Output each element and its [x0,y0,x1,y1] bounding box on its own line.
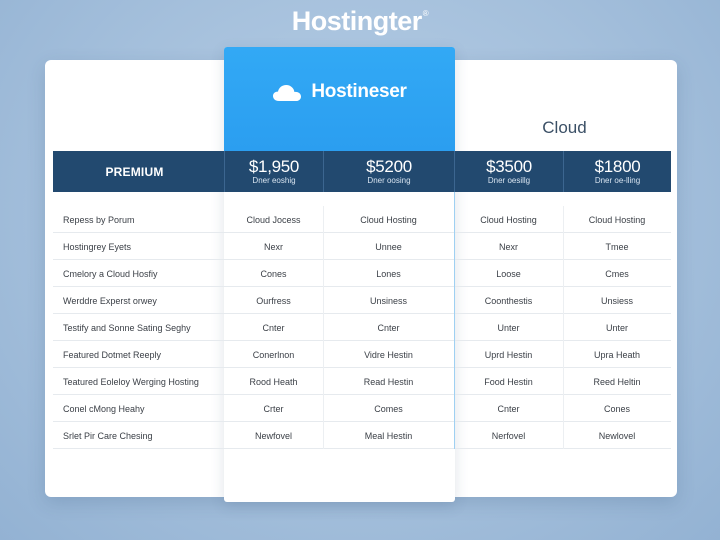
table-cell: Ourfress [256,295,291,306]
featured-plan-title: Hostineser [311,81,407,102]
featured-header[interactable]: Hostineser [224,47,455,151]
table-cell: Nerfovel [491,430,526,441]
row-label: Conel cMong Heahy [63,403,145,414]
price-amount: $5200 [366,156,412,176]
price-cell[interactable]: $3500 Dner oesillg [454,151,563,192]
table-cell: Food Hestin [484,376,533,387]
table-cell: Nexr [498,241,518,252]
table-cell: Cones [603,403,630,414]
row-label: Hostingrey Eyets [63,241,132,252]
table-cell: Unsiness [369,295,407,306]
table-cell: Upra Heath [593,349,641,360]
table-cell: Cnter [497,403,520,414]
price-subtext: Dner oe-lling [594,175,641,185]
table-row: Srlet Pir Care Chesing Newfovel Meal Hes… [53,422,671,449]
price-cell[interactable]: $1800 Dner oe-lling [563,151,671,192]
table-row: Conel cMong Heahy Crter Comes Cnter Cone… [53,395,671,422]
table-cell: Unnee [375,241,402,252]
row-label: Cmelory a Cloud Hosfiy [63,268,158,279]
table-cell: Loose [496,268,521,279]
table-cell: Comes [374,403,403,414]
table-cell: Tmee [605,241,629,252]
row-label: Featured Dotmet Reeply [63,349,162,360]
table-cell: Conerlnon [252,349,295,360]
row-label: Srlet Pir Care Chesing [63,430,153,441]
table-cell: Cloud Hosting [360,214,417,225]
table-cell: Lones [376,268,401,279]
table-cell: Rood Heath [249,376,298,387]
price-subtext: Dner oosing [367,175,411,185]
price-cell[interactable]: $5200 Dner oosing [323,151,454,192]
price-amount: $3500 [486,156,532,176]
featured-column-divider [454,192,455,449]
row-label: Teatured Eoleloy Werging Hosting [63,376,199,387]
table-cell: Crter [263,403,284,414]
table-cell: Coonthestis [484,295,533,306]
price-amount: $1800 [594,156,641,176]
registered-mark: ® [422,9,429,18]
table-cell: Cmes [605,268,629,279]
table-cell: Read Hestin [363,376,414,387]
table-cell: Reed Heltin [593,376,641,387]
table-cell: Cnter [262,322,285,333]
table-row: Werddre Experst orwey Ourfress Unsiness … [53,287,671,314]
tier-label: PREMIUM [105,164,164,179]
table-cell: Newfovel [254,430,292,441]
row-label: Werddre Experst orwey [63,295,157,306]
table-row: Teatured Eoleloy Werging Hosting Rood He… [53,368,671,395]
table-row: Repess by Porum Cloud Jocess Cloud Hosti… [53,206,671,233]
table-row: Hostingrey Eyets Nexr Unnee Nexr Tmee [53,233,671,260]
table-cell: Unter [605,322,628,333]
price-bar: PREMIUM $1,950 Dner eoshig $5200 Dner oo… [53,151,671,192]
table-cell: Nexr [263,241,283,252]
table-cell: Newlovel [598,430,636,441]
table-row: Featured Dotmet Reeply Conerlnon Vidre H… [53,341,671,368]
brand-name: Hostingter [291,6,423,36]
price-amount: $1,950 [248,156,300,176]
row-label: Testify and Sonne Sating Seghy [63,322,191,333]
table-cell: Cones [260,268,287,279]
table-row: Cmelory a Cloud Hosfiy Cones Lones Loose… [53,260,671,287]
table-cell: Unter [497,322,520,333]
price-subtext: Dner oesillg [487,175,531,185]
table-cell: Cnter [377,322,400,333]
row-label: Repess by Porum [63,214,135,225]
table-cell: Cloud Hosting [480,214,537,225]
table-cell: Cloud Hosting [588,214,646,225]
price-subtext: Dner eoshig [252,175,296,185]
table-cell: Cloud Jocess [246,214,301,225]
table-row: Testify and Sonne Sating Seghy Cnter Cnt… [53,314,671,341]
table-cell: Uprd Hestin [484,349,533,360]
cloud-plan-label: Cloud [542,118,587,137]
table-cell: Meal Hestin [364,430,413,441]
tier-cell: PREMIUM [53,151,216,192]
table-cell: Unsiess [600,295,633,306]
cloud-icon [273,85,302,101]
brand-logo: Hostingter® [0,6,720,37]
price-cell[interactable]: $1,950 Dner eoshig [224,151,323,192]
table-cell: Vidre Hestin [364,349,413,360]
